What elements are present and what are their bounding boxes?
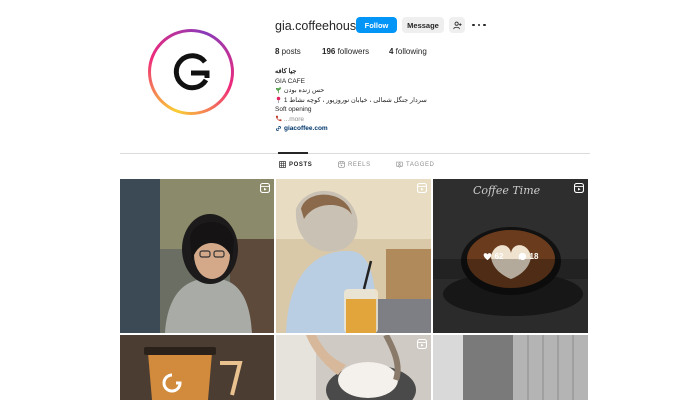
comments-count: 18 <box>529 251 539 261</box>
link-icon <box>276 126 281 132</box>
reel-indicator-icon <box>417 183 427 193</box>
post-image-person-glasses <box>120 179 274 333</box>
post-image-pouring-milk <box>276 335 431 400</box>
likes-stat: 62 <box>483 252 504 261</box>
profile-bio: جیا کافه GIA CAFE حس زنده بودن سردار جنگ… <box>275 67 455 134</box>
avatar-image <box>151 32 231 112</box>
post-tile-1[interactable] <box>120 179 274 333</box>
followers-stat[interactable]: 196 followers <box>322 47 369 56</box>
tab-tagged-label: TAGGED <box>406 161 435 168</box>
post-tile-2[interactable] <box>276 179 431 333</box>
reel-indicator-icon <box>417 339 427 349</box>
add-user-button[interactable] <box>449 17 465 33</box>
post-image-takeaway-cup <box>120 335 274 400</box>
more-options-icon[interactable] <box>472 18 486 32</box>
bio-website-link[interactable]: giacoffee.com <box>275 124 455 134</box>
followers-count: 196 <box>322 47 336 56</box>
bio-more-link[interactable]: ...more <box>284 116 304 123</box>
bio-website-text[interactable]: giacoffee.com <box>284 124 328 134</box>
pin-emoji-icon <box>276 96 281 104</box>
bio-tagline-text: حس زنده بودن <box>283 87 325 94</box>
tab-posts-label: POSTS <box>289 161 313 168</box>
bio-address: سردار جنگل شمالی ، خیابان نوروزپور ، کوچ… <box>275 96 455 106</box>
profile-username: gia.coffeehouse <box>275 19 364 33</box>
bio-name: جیا کافه <box>275 68 297 75</box>
gia-logo <box>173 53 210 91</box>
reel-indicator-icon <box>574 183 584 193</box>
post-tile-4[interactable] <box>120 335 274 400</box>
comment-icon <box>518 252 526 260</box>
post-hover-stats: 62 18 <box>433 179 588 333</box>
tagged-icon <box>396 161 403 168</box>
comments-stat: 18 <box>518 251 539 261</box>
bio-line: GIA CAFE <box>275 77 305 85</box>
plant-emoji-icon <box>276 87 281 94</box>
post-tile-5[interactable] <box>276 335 431 400</box>
tab-tagged[interactable]: TAGGED <box>396 161 435 168</box>
reel-indicator-icon <box>260 183 270 193</box>
grid-icon <box>279 161 286 168</box>
following-stat[interactable]: 4 following <box>389 47 427 56</box>
following-label: following <box>393 47 427 56</box>
likes-count: 62 <box>494 251 504 261</box>
active-tab-indicator <box>278 152 308 154</box>
tab-posts[interactable]: POSTS <box>279 161 312 168</box>
bio-soft-opening: Soft opening <box>275 106 312 113</box>
posts-stat: 8 posts <box>275 47 301 56</box>
post-image-interior <box>433 335 588 400</box>
add-user-icon <box>452 21 462 29</box>
followers-label: followers <box>335 47 370 56</box>
profile-avatar[interactable] <box>148 29 234 115</box>
bio-tagline: حس زنده بودن <box>275 86 455 96</box>
follow-button[interactable]: Follow <box>356 17 397 33</box>
phone-emoji-icon <box>275 115 282 122</box>
tab-reels[interactable]: REELS <box>338 161 371 168</box>
post-tile-6[interactable] <box>433 335 588 400</box>
post-tile-3[interactable]: Coffee Time 62 18 <box>433 179 588 333</box>
post-image-woman-laptop <box>276 179 431 333</box>
message-button[interactable]: Message <box>402 17 444 33</box>
heart-icon <box>483 252 491 260</box>
tab-reels-label: REELS <box>348 161 371 168</box>
bio-more-row[interactable]: ...more <box>275 115 455 125</box>
bio-address-text: سردار جنگل شمالی ، خیابان نوروزپور ، کوچ… <box>283 96 427 104</box>
reels-icon <box>338 161 345 168</box>
posts-label: posts <box>279 47 301 56</box>
tabs-divider <box>120 153 590 154</box>
